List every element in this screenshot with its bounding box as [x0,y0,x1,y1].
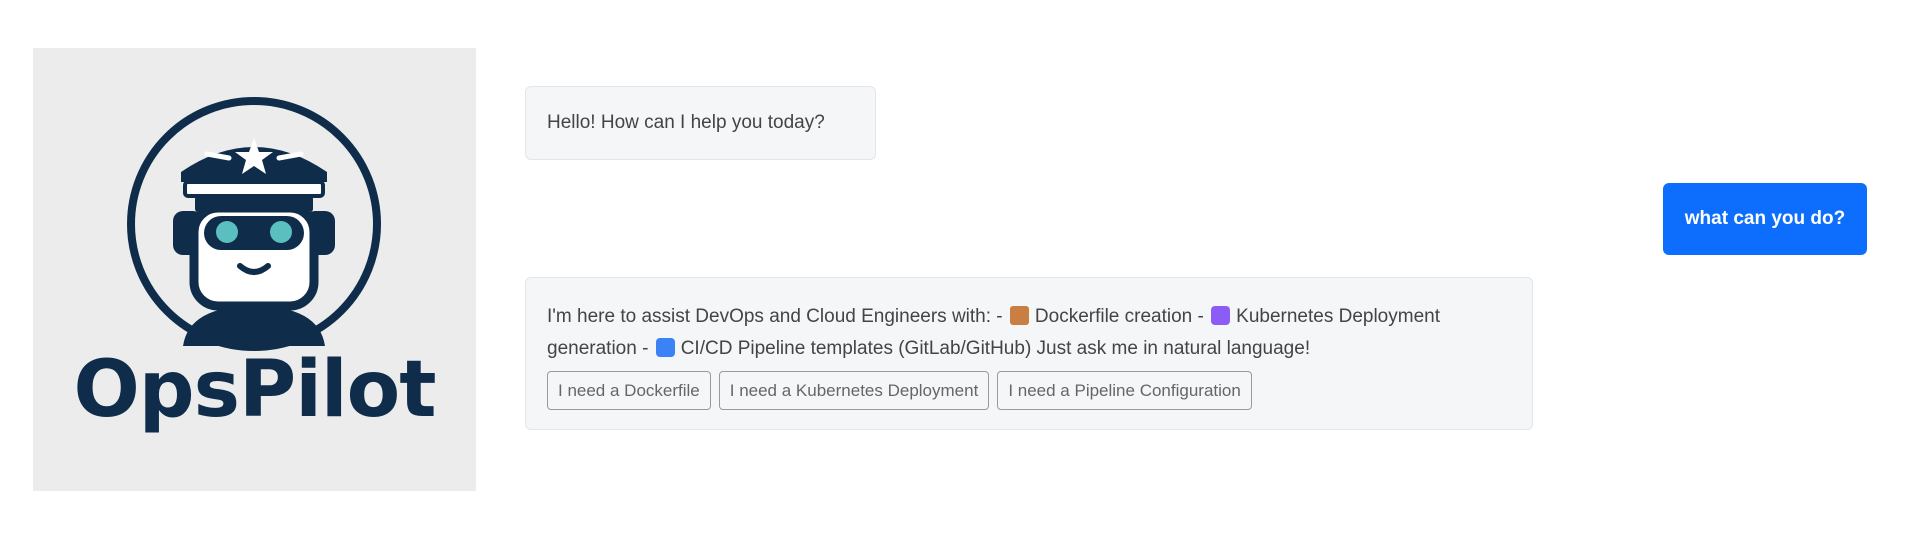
greeting-text: Hello! How can I help you today? [547,112,825,133]
reply-part-4: CI/CD Pipeline templates (GitLab/GitHub)… [680,338,1311,359]
cycle-arrows-icon [655,338,675,357]
reply-part-2: Dockerfile creation - [1034,306,1204,327]
logo-text: OpsPilot [73,345,436,435]
bot-message-greeting: Hello! How can I help you today? [525,86,876,160]
quick-reply-pipeline[interactable]: I need a Pipeline Configuration [997,371,1252,410]
logo-panel: OpsPilot [33,48,476,491]
quick-reply-kubernetes[interactable]: I need a Kubernetes Deployment [718,371,990,410]
reply-part-1: I'm here to assist DevOps and Cloud Engi… [547,306,1003,327]
capabilities-text: I'm here to assist DevOps and Cloud Engi… [547,301,1517,365]
user-message: what can you do? [1663,183,1867,255]
kubernetes-icon [1211,306,1231,325]
quick-replies: I need a Dockerfile I need a Kubernetes D… [547,371,1511,410]
bot-message-capabilities: I'm here to assist DevOps and Cloud Engi… [525,277,1533,430]
package-icon [1009,306,1029,325]
quick-reply-dockerfile[interactable]: I need a Dockerfile [547,371,711,410]
user-message-text: what can you do? [1684,208,1846,229]
